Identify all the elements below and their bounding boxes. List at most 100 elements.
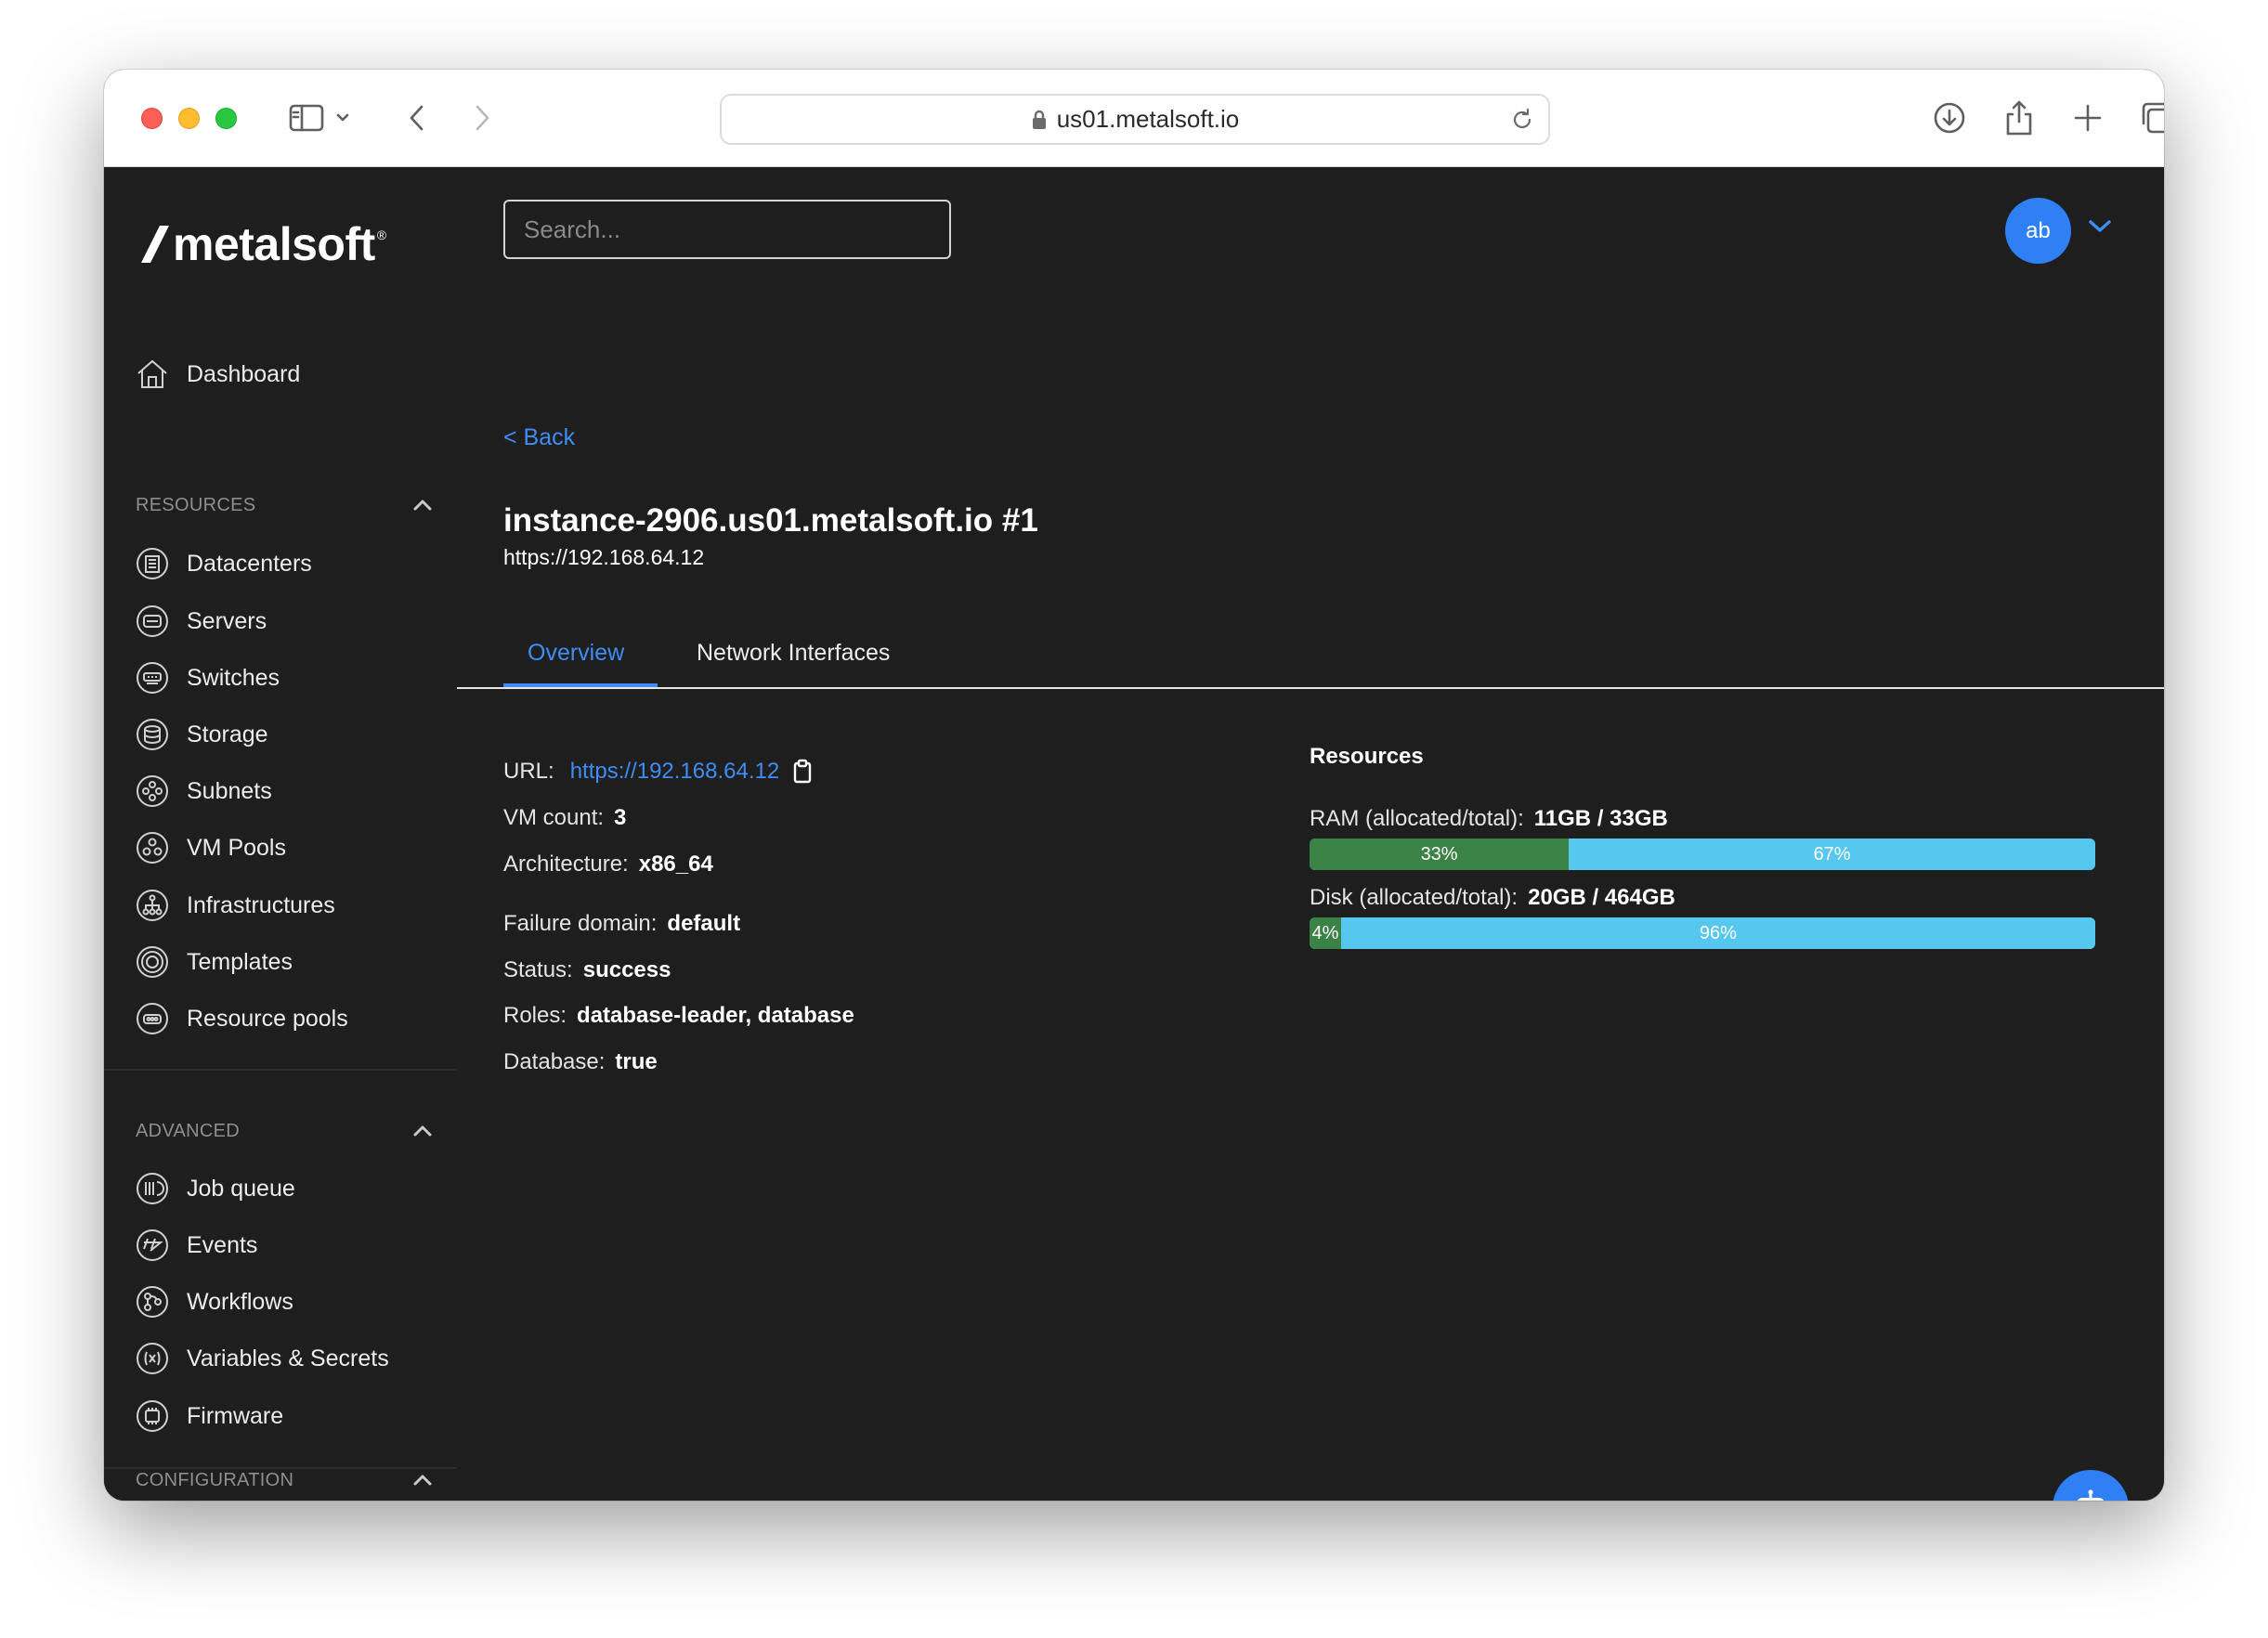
metalsoft-logo[interactable]: metalsoft ® bbox=[141, 216, 386, 272]
sidebar-divider bbox=[104, 1069, 457, 1071]
disk-usage-bar: 4% 96% bbox=[1310, 917, 2095, 949]
switch-icon bbox=[134, 659, 171, 696]
property-roles: Roles: database-leader, database bbox=[503, 1001, 854, 1031]
firmware-icon bbox=[134, 1398, 171, 1435]
section-header-configuration[interactable]: CONFIGURATION bbox=[136, 1466, 433, 1494]
app-root: metalsoft ® Dashboard RESOURCES Datacent… bbox=[104, 168, 2164, 1501]
section-title: ADVANCED bbox=[136, 1120, 241, 1141]
events-icon bbox=[134, 1227, 171, 1264]
job-queue-icon bbox=[134, 1170, 171, 1207]
storage-icon bbox=[134, 716, 171, 753]
sidebar-toggle-icon[interactable] bbox=[286, 98, 327, 138]
sidebar-item-vm-pools[interactable]: VM Pools bbox=[134, 827, 286, 868]
template-icon bbox=[134, 943, 171, 981]
property-value: default bbox=[667, 911, 741, 936]
minimize-window-button[interactable] bbox=[178, 108, 200, 129]
tabs-divider bbox=[457, 687, 2164, 689]
property-label: VM count: bbox=[503, 805, 605, 830]
vm-pool-icon bbox=[134, 829, 171, 866]
sidebar-item-switches[interactable]: Switches bbox=[134, 657, 280, 698]
subnet-icon bbox=[134, 773, 171, 810]
sidebar-item-servers[interactable]: Servers bbox=[134, 601, 267, 642]
back-link[interactable]: < Back bbox=[503, 424, 575, 451]
sidebar-item-label: Job queue bbox=[187, 1175, 295, 1202]
sidebar-item-dashboard[interactable]: Dashboard bbox=[134, 354, 300, 395]
ram-usage-bar: 33% 67% bbox=[1310, 838, 2095, 870]
sidebar-item-job-queue[interactable]: Job queue bbox=[134, 1168, 295, 1209]
robot-icon bbox=[2077, 1489, 2105, 1501]
address-bar[interactable]: us01.metalsoft.io bbox=[720, 94, 1550, 145]
reload-icon[interactable] bbox=[1509, 107, 1535, 133]
sidebar-item-infrastructures[interactable]: Infrastructures bbox=[134, 885, 335, 926]
workflow-icon bbox=[134, 1283, 171, 1320]
disk-used-segment: 4% bbox=[1310, 917, 1341, 949]
plus-icon[interactable] bbox=[2067, 98, 2108, 138]
sidebar-item-label: Datacenters bbox=[187, 550, 312, 577]
url-link[interactable]: https://192.168.64.12 bbox=[570, 759, 780, 785]
sidebar-item-label: Switches bbox=[187, 664, 280, 691]
property-label: Status: bbox=[503, 957, 573, 982]
chevron-down-icon[interactable] bbox=[332, 98, 353, 138]
property-value: database-leader, database bbox=[577, 1003, 854, 1028]
tabs-icon[interactable] bbox=[2136, 98, 2164, 138]
section-title: CONFIGURATION bbox=[136, 1469, 294, 1490]
search-input[interactable] bbox=[503, 200, 951, 259]
tab-network-interfaces[interactable]: Network Interfaces bbox=[697, 640, 890, 667]
sidebar-item-subnets[interactable]: Subnets bbox=[134, 771, 272, 812]
ram-label: RAM (allocated/total): bbox=[1310, 806, 1524, 831]
download-icon[interactable] bbox=[1929, 98, 1970, 138]
sidebar-item-firmware[interactable]: Firmware bbox=[134, 1396, 283, 1436]
browser-window: us01.metalsoft.io metalsoft ® Dashboard … bbox=[104, 70, 2164, 1501]
chevron-up-icon bbox=[413, 500, 432, 511]
tab-overview[interactable]: Overview bbox=[528, 640, 624, 667]
maximize-window-button[interactable] bbox=[215, 108, 237, 129]
assistant-button[interactable] bbox=[2053, 1470, 2129, 1501]
sidebar-item-label: Infrastructures bbox=[187, 891, 335, 918]
property-value: success bbox=[582, 957, 671, 982]
property-value: 3 bbox=[614, 805, 627, 830]
forward-arrow-icon[interactable] bbox=[468, 98, 496, 138]
sidebar-item-workflows[interactable]: Workflows bbox=[134, 1281, 293, 1322]
sidebar-item-events[interactable]: Events bbox=[134, 1225, 257, 1266]
sidebar-item-templates[interactable]: Templates bbox=[134, 942, 293, 982]
share-icon[interactable] bbox=[1999, 98, 2040, 138]
sidebar-item-variables-secrets[interactable]: Variables & Secrets bbox=[134, 1338, 389, 1379]
property-failure-domain: Failure domain: default bbox=[503, 909, 740, 939]
section-header-advanced[interactable]: ADVANCED bbox=[136, 1117, 433, 1145]
ram-free-segment: 67% bbox=[1569, 838, 2095, 870]
chevron-down-icon[interactable] bbox=[2087, 218, 2113, 235]
ram-usage-row: RAM (allocated/total): 11GB / 33GB bbox=[1310, 805, 1668, 833]
ram-value: 11GB / 33GB bbox=[1533, 806, 1668, 831]
section-header-resources[interactable]: RESOURCES bbox=[136, 491, 433, 519]
sidebar-item-label: Resource pools bbox=[187, 1005, 348, 1032]
sidebar-item-label: Servers bbox=[187, 607, 267, 634]
close-window-button[interactable] bbox=[141, 108, 163, 129]
logo-slash-icon bbox=[141, 226, 169, 263]
property-value: x86_64 bbox=[638, 852, 713, 877]
avatar[interactable]: ab bbox=[2005, 198, 2071, 264]
lock-icon bbox=[1032, 110, 1046, 129]
resources-heading: Resources bbox=[1310, 744, 1424, 769]
section-title: RESOURCES bbox=[136, 494, 256, 515]
resource-pool-icon bbox=[134, 1000, 171, 1037]
logo-registered-mark: ® bbox=[376, 228, 387, 242]
logo-wordmark: metalsoft bbox=[173, 218, 375, 270]
back-arrow-icon[interactable] bbox=[403, 98, 431, 138]
sidebar-item-storage[interactable]: Storage bbox=[134, 714, 268, 755]
property-label: Failure domain: bbox=[503, 911, 658, 936]
sidebar-item-label: Variables & Secrets bbox=[187, 1345, 389, 1372]
sidebar-item-label: VM Pools bbox=[187, 834, 286, 861]
infrastructure-icon bbox=[134, 887, 171, 924]
server-icon bbox=[134, 603, 171, 640]
property-architecture: Architecture: x86_64 bbox=[503, 850, 713, 879]
chevron-up-icon bbox=[413, 1125, 432, 1137]
sidebar-item-label: Templates bbox=[187, 948, 293, 975]
sidebar-item-resource-pools[interactable]: Resource pools bbox=[134, 998, 348, 1039]
sidebar-item-label: Subnets bbox=[187, 777, 272, 804]
sidebar-item-datacenters[interactable]: Datacenters bbox=[134, 543, 312, 584]
disk-usage-row: Disk (allocated/total): 20GB / 464GB bbox=[1310, 884, 1675, 912]
sidebar-item-label: Firmware bbox=[187, 1402, 284, 1429]
clipboard-icon[interactable] bbox=[792, 759, 813, 785]
home-icon bbox=[134, 356, 171, 393]
chevron-up-icon bbox=[413, 1475, 432, 1486]
